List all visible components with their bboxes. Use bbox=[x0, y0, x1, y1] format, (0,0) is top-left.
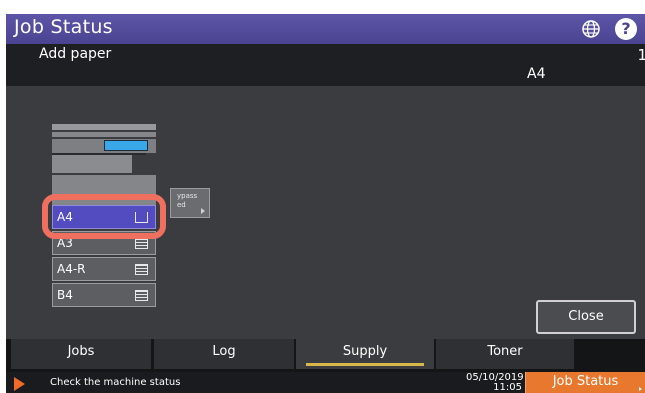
bypass-label: ypass bbox=[177, 192, 198, 200]
tray-b4[interactable]: B4 bbox=[52, 283, 156, 307]
tab-supply[interactable]: Supply bbox=[296, 339, 434, 369]
tray-full-icon bbox=[135, 290, 148, 301]
tray-highlight bbox=[42, 194, 166, 239]
job-status-button[interactable]: Job Status bbox=[525, 372, 645, 393]
globe-icon[interactable] bbox=[581, 19, 601, 39]
paper-size-label: A4 bbox=[527, 66, 546, 82]
tray-label: B4 bbox=[57, 288, 73, 302]
page-title: Job Status bbox=[14, 16, 113, 38]
machine-illustration bbox=[132, 155, 156, 173]
corner-arrow-icon bbox=[639, 387, 642, 391]
tray-a4-r[interactable]: A4-R bbox=[52, 257, 156, 281]
supply-panel: ypass ed A4 A3 A4-R B4 Close bbox=[6, 86, 645, 339]
close-button[interactable]: Close bbox=[536, 300, 636, 334]
tray-full-icon bbox=[135, 238, 148, 249]
status-text: Check the machine status bbox=[50, 377, 181, 388]
machine-illustration bbox=[52, 132, 156, 137]
tray-full-icon bbox=[135, 264, 148, 275]
bypass-feed-button[interactable]: ypass ed bbox=[170, 188, 210, 218]
tab-log[interactable]: Log bbox=[154, 339, 294, 369]
machine-illustration bbox=[52, 124, 156, 130]
message-count: 1 bbox=[637, 46, 645, 64]
message-area: Add paper 1 A4 bbox=[6, 44, 645, 86]
tab-toner[interactable]: Toner bbox=[436, 339, 574, 369]
status-message: Add paper bbox=[39, 46, 112, 62]
control-panel-display bbox=[104, 140, 148, 151]
title-bar: Job Status ? bbox=[6, 14, 645, 44]
datetime: 05/10/2019 11:05 bbox=[466, 373, 524, 393]
job-status-label: Job Status bbox=[552, 374, 619, 389]
play-icon bbox=[14, 377, 25, 391]
arrow-right-icon bbox=[201, 208, 205, 214]
tab-bar: Jobs Log Supply Toner bbox=[6, 339, 645, 372]
screen: Job Status ? Add paper 1 A4 ypass ed A4 bbox=[6, 14, 645, 393]
tray-label: A4-R bbox=[57, 262, 86, 276]
time-text: 11:05 bbox=[493, 382, 522, 393]
tab-jobs[interactable]: Jobs bbox=[11, 339, 151, 369]
status-bar: Check the machine status 05/10/2019 11:0… bbox=[6, 372, 645, 393]
help-icon[interactable]: ? bbox=[615, 18, 637, 40]
